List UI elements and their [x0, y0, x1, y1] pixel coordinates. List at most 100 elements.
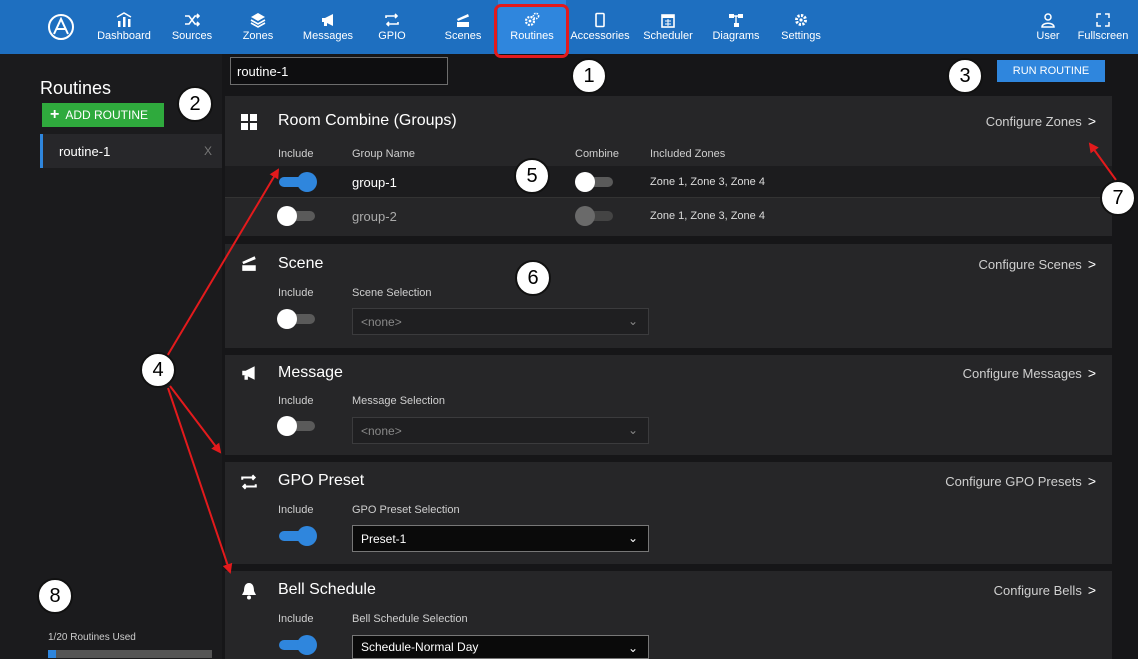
megaphone-icon [320, 12, 336, 28]
top-nav: Dashboard Sources Zones Messages GPIO Sc… [0, 0, 1138, 54]
usage-bar-fill [48, 650, 57, 658]
col-gpo-preset-selection: GPO Preset Selection [352, 504, 460, 516]
bell-icon [239, 581, 259, 601]
clapper-icon [455, 12, 471, 28]
scene-panel: Scene Configure Scenes > Include Scene Se… [225, 244, 1112, 348]
nav-routines[interactable]: Routines [498, 0, 566, 54]
clapper-icon [239, 253, 259, 273]
nav-label: Dashboard [97, 30, 151, 42]
logo-icon [48, 14, 74, 40]
include-toggle[interactable] [277, 206, 317, 226]
nav-zones[interactable]: Zones [238, 0, 278, 54]
add-routine-button[interactable]: + ADD ROUTINE [42, 103, 164, 127]
layers-icon [250, 12, 266, 28]
col-group-name: Group Name [352, 148, 415, 160]
gear-icon [793, 12, 809, 28]
chevron-down-icon: ⌄ [627, 531, 638, 545]
message-panel: Message Configure Messages > Include Mess… [225, 355, 1112, 455]
group-name: group-1 [352, 175, 397, 190]
configure-bells-link[interactable]: Configure Bells > [994, 582, 1096, 598]
chevron-right-icon: > [1087, 365, 1096, 381]
bell-schedule-title: Bell Schedule [278, 581, 376, 598]
gpo-preset-select[interactable]: Preset-1 ⌄ [352, 525, 649, 552]
nav-label: Scheduler [643, 30, 693, 42]
configure-gpo-presets-label: Configure GPO Presets [945, 473, 1082, 489]
configure-zones-link[interactable]: Configure Zones > [986, 113, 1096, 129]
chevron-down-icon: ⌄ [627, 314, 638, 328]
room-combine-title: Room Combine (Groups) [278, 112, 457, 129]
sidebar-item-routine-1[interactable]: routine-1 X [40, 134, 222, 168]
nav-messages[interactable]: Messages [298, 0, 358, 54]
col-include: Include [278, 148, 314, 160]
included-zones: Zone 1, Zone 3, Zone 4 [650, 210, 765, 222]
usage-bar [48, 650, 212, 658]
nav-sources[interactable]: Sources [166, 0, 218, 54]
combine-toggle[interactable] [575, 206, 615, 226]
callout-6: 6 [515, 260, 551, 296]
nav-label: Scenes [444, 30, 482, 42]
scene-title: Scene [278, 255, 324, 272]
bell-schedule-select[interactable]: Schedule-Normal Day ⌄ [352, 635, 649, 659]
chevron-down-icon: ⌄ [627, 641, 638, 655]
nav-settings[interactable]: Settings [778, 0, 824, 54]
col-include: Include [278, 613, 314, 625]
routine-name-input[interactable] [230, 57, 448, 85]
col-included-zones: Included Zones [650, 148, 726, 160]
nav-gpio[interactable]: GPIO [372, 0, 412, 54]
include-toggle[interactable] [277, 416, 317, 436]
chevron-right-icon: > [1087, 473, 1096, 489]
nav-dashboard[interactable]: Dashboard [92, 0, 156, 54]
logo[interactable] [44, 0, 78, 54]
chevron-right-icon: > [1087, 113, 1096, 129]
nav-scenes[interactable]: Scenes [438, 0, 488, 54]
nav-label: Fullscreen [1077, 30, 1129, 42]
col-message-selection: Message Selection [352, 395, 445, 407]
nav-label: User [1036, 30, 1060, 42]
swap-icon [384, 12, 400, 28]
gpo-preset-panel: GPO Preset Configure GPO Presets > Includ… [225, 462, 1112, 564]
include-toggle[interactable] [277, 526, 317, 546]
nav-label: Settings [781, 30, 821, 42]
message-select-value: <none> [361, 423, 402, 438]
col-bell-schedule-selection: Bell Schedule Selection [352, 613, 468, 625]
nav-label: Messages [302, 30, 354, 42]
configure-bells-label: Configure Bells [993, 582, 1082, 598]
callout-4: 4 [140, 352, 176, 388]
message-select[interactable]: <none> ⌄ [352, 417, 649, 444]
delete-routine-button[interactable]: X [204, 144, 212, 158]
callout-8: 8 [37, 578, 73, 614]
chevron-right-icon: > [1087, 256, 1096, 272]
include-toggle[interactable] [277, 309, 317, 329]
scene-select[interactable]: <none> ⌄ [352, 308, 649, 335]
run-routine-button[interactable]: RUN ROUTINE [997, 60, 1105, 82]
nav-label: Diagrams [712, 30, 760, 42]
group-name: group-2 [352, 209, 397, 224]
configure-gpo-presets-link[interactable]: Configure GPO Presets > [945, 473, 1096, 489]
nav-diagrams[interactable]: Diagrams [710, 0, 762, 54]
configure-zones-label: Configure Zones [985, 113, 1082, 129]
combine-toggle[interactable] [575, 172, 615, 192]
nav-fullscreen[interactable]: Fullscreen [1072, 0, 1134, 54]
col-include: Include [278, 287, 314, 299]
chevron-right-icon: > [1087, 582, 1096, 598]
include-toggle[interactable] [277, 635, 317, 655]
table-row: group-1 Zone 1, Zone 3, Zone 4 [225, 166, 1112, 198]
configure-messages-link[interactable]: Configure Messages > [963, 365, 1096, 381]
include-toggle[interactable] [277, 172, 317, 192]
nav-user[interactable]: User [1030, 0, 1066, 54]
bell-schedule-panel: Bell Schedule Configure Bells > Include B… [225, 571, 1112, 659]
routines-used-text: 1/20 Routines Used [48, 632, 136, 643]
calendar-icon [660, 12, 676, 28]
included-zones: Zone 1, Zone 3, Zone 4 [650, 176, 765, 188]
nav-accessories[interactable]: Accessories [570, 0, 630, 54]
nav-scheduler[interactable]: Scheduler [640, 0, 696, 54]
user-icon [1040, 12, 1056, 28]
scene-select-value: <none> [361, 314, 402, 329]
configure-scenes-link[interactable]: Configure Scenes > [978, 256, 1096, 272]
bell-schedule-select-value: Schedule-Normal Day [361, 640, 479, 654]
plus-icon: + [50, 106, 60, 123]
col-scene-selection: Scene Selection [352, 287, 432, 299]
configure-messages-label: Configure Messages [962, 365, 1082, 381]
diagram-icon [728, 12, 744, 28]
nav-label: Routines [510, 30, 554, 42]
